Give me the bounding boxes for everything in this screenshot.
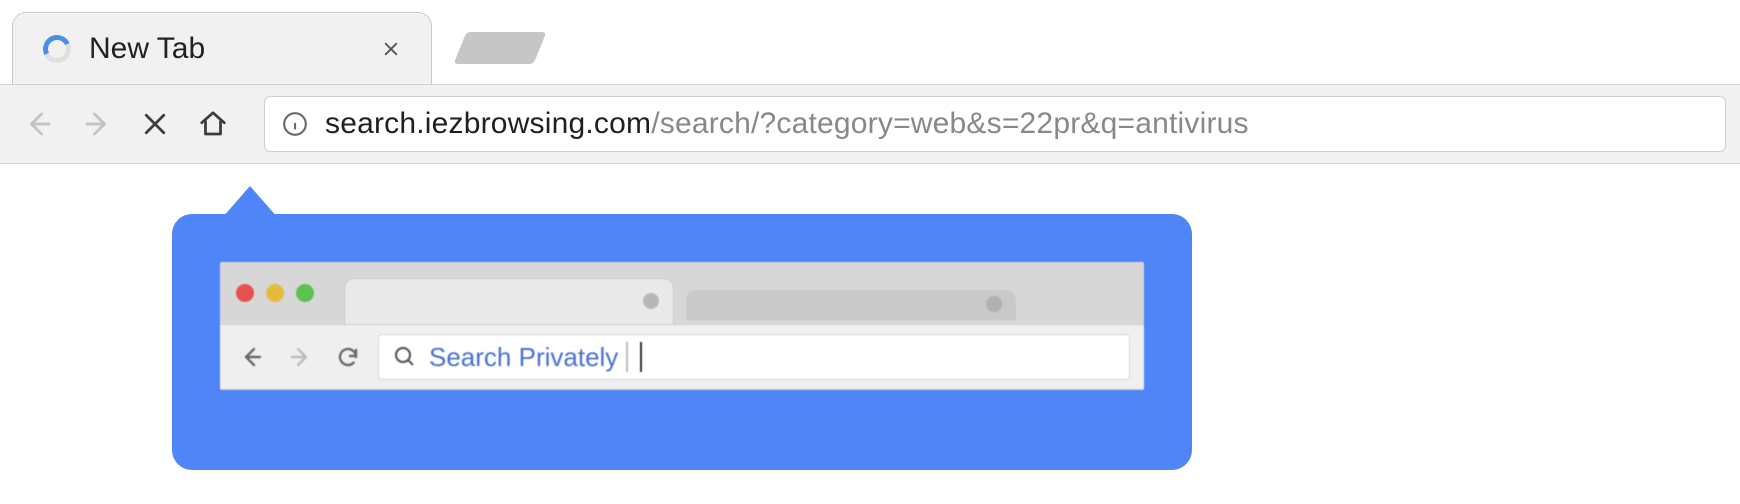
loading-spinner-icon <box>39 31 75 67</box>
traffic-yellow-icon <box>266 284 284 302</box>
back-button[interactable] <box>14 99 64 149</box>
promo-callout: Search Privately <box>172 214 1192 470</box>
mini-tabstrip <box>220 262 1144 324</box>
search-icon <box>393 345 417 369</box>
navigation-toolbar: search.iezbrowsing.com/search/?category=… <box>0 84 1740 164</box>
mini-tab <box>344 278 674 324</box>
mini-toolbar: Search Privately <box>220 324 1144 390</box>
mini-search-placeholder: Search Privately <box>429 342 618 373</box>
traffic-lights <box>236 284 314 302</box>
text-cursor-icon <box>640 342 642 372</box>
mini-browser-illustration: Search Privately <box>220 262 1144 390</box>
mini-forward-icon <box>282 339 318 375</box>
tab-strip: New Tab <box>0 0 1740 84</box>
mini-tab-close-icon <box>986 296 1002 312</box>
address-bar[interactable]: search.iezbrowsing.com/search/?category=… <box>264 96 1726 152</box>
page-content: Search Privately <box>0 164 1740 504</box>
address-bar-url: search.iezbrowsing.com/search/?category=… <box>325 107 1249 141</box>
traffic-red-icon <box>236 284 254 302</box>
traffic-green-icon <box>296 284 314 302</box>
mini-search-input: Search Privately <box>378 334 1130 380</box>
mini-back-icon <box>234 339 270 375</box>
browser-chrome: New Tab search.iezbrowsing.com/search/?c… <box>0 0 1740 164</box>
stop-button[interactable] <box>130 99 180 149</box>
home-button[interactable] <box>188 99 238 149</box>
new-tab-button[interactable] <box>454 32 547 64</box>
mini-reload-icon <box>330 339 366 375</box>
url-path: /search/?category=web&s=22pr&q=antivirus <box>651 107 1249 140</box>
url-host: search.iezbrowsing.com <box>325 107 651 140</box>
mini-tab-close-icon <box>643 293 659 309</box>
forward-button[interactable] <box>72 99 122 149</box>
mini-inactive-tab <box>686 290 1016 320</box>
browser-tab[interactable]: New Tab <box>12 12 432 84</box>
site-info-icon[interactable] <box>281 110 309 138</box>
tab-title: New Tab <box>89 32 355 66</box>
tab-close-button[interactable] <box>373 31 409 67</box>
